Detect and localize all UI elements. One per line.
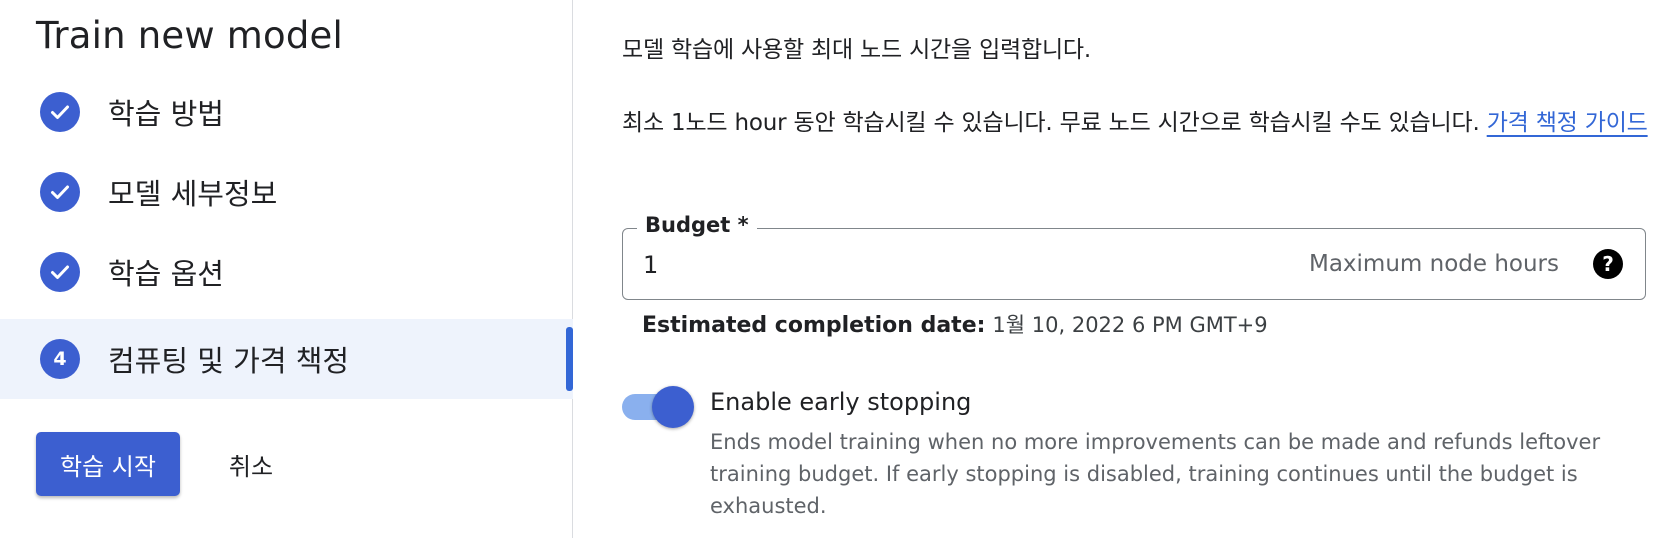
step-label: 모델 세부정보 xyxy=(108,177,278,211)
info-text: 최소 1노드 hour 동안 학습시킬 수 있습니다. 무료 노드 시간으로 학… xyxy=(622,103,1652,143)
estimate-label: Estimated completion date: xyxy=(642,313,986,338)
help-icon[interactable]: ? xyxy=(1593,249,1623,279)
early-stopping-toggle[interactable] xyxy=(622,386,694,428)
budget-field[interactable]: Budget * Maximum node hours ? xyxy=(622,213,1646,300)
pricing-guide-link[interactable]: 가격 책정 가이드 xyxy=(1487,110,1648,136)
step-number-badge: 4 xyxy=(40,339,80,379)
early-stopping-label: Enable early stopping xyxy=(710,388,972,416)
intro-text: 모델 학습에 사용할 최대 노드 시간을 입력합니다. xyxy=(622,37,1091,63)
step-training-method[interactable]: 학습 방법 xyxy=(0,72,573,152)
check-icon xyxy=(40,172,80,212)
start-training-button[interactable]: 학습 시작 xyxy=(36,432,180,496)
estimated-completion: Estimated completion date: 1월 10, 2022 6… xyxy=(642,308,1268,343)
stepper-panel: Train new model 학습 방법 모델 세부정보 학습 옵션 4 컴퓨… xyxy=(0,0,573,538)
train-model-page: Train new model 학습 방법 모델 세부정보 학습 옵션 4 컴퓨… xyxy=(0,0,1680,538)
early-stopping-description: Ends model training when no more improve… xyxy=(710,430,1601,518)
step-label: 학습 옵션 xyxy=(108,257,224,291)
step-model-details[interactable]: 모델 세부정보 xyxy=(0,152,573,232)
step-training-options[interactable]: 학습 옵션 xyxy=(0,232,573,312)
budget-label: Budget * xyxy=(637,213,757,237)
step-label: 학습 방법 xyxy=(108,97,224,131)
toggle-thumb xyxy=(652,386,694,428)
check-icon xyxy=(40,252,80,292)
budget-suffix: Maximum node hours xyxy=(1308,251,1559,277)
cancel-button[interactable]: 취소 xyxy=(205,432,297,496)
page-title: Train new model xyxy=(36,14,343,57)
budget-input[interactable] xyxy=(643,247,1243,283)
step-label: 컴퓨팅 및 가격 책정 xyxy=(108,344,350,378)
check-icon xyxy=(40,92,80,132)
compute-pricing-panel: 모델 학습에 사용할 최대 노드 시간을 입력합니다. 최소 1노드 hour … xyxy=(574,0,1680,538)
info-text-body: 최소 1노드 hour 동안 학습시킬 수 있습니다. 무료 노드 시간으로 학… xyxy=(622,110,1480,136)
step-compute-pricing[interactable]: 4 컴퓨팅 및 가격 책정 xyxy=(0,319,573,399)
estimate-value: 1월 10, 2022 6 PM GMT+9 xyxy=(992,313,1268,337)
